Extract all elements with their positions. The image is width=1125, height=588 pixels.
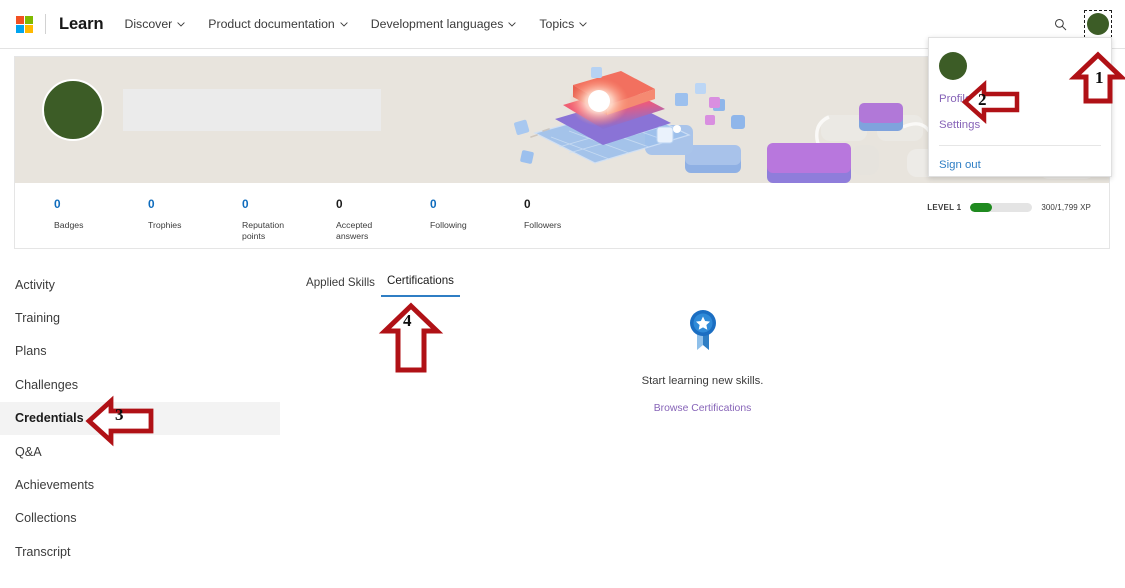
annotation-number: 2 [978, 90, 987, 110]
annotation-number: 3 [115, 405, 124, 425]
user-avatar-icon [1087, 13, 1109, 35]
tab-certifications[interactable]: Certifications [381, 274, 460, 297]
xp-level-label: LEVEL 1 [927, 203, 961, 212]
sign-out-menu-item[interactable]: Sign out [939, 160, 1111, 171]
annotation-number: 1 [1095, 68, 1104, 88]
primary-nav-links: Discover Product documentation Developme… [124, 17, 610, 31]
stat-label: Trophies [148, 220, 212, 231]
nav-link-label: Development languages [371, 17, 504, 31]
certification-badge-icon [685, 308, 721, 352]
chevron-down-icon [177, 22, 185, 27]
stat-label: Following [430, 220, 494, 231]
xp-progress: LEVEL 1 300/1,799 XP [927, 203, 1091, 212]
stat-badges[interactable]: 0 Badges [54, 183, 148, 249]
stat-value: 0 [430, 199, 524, 211]
sidebar-item-label: Achievements [15, 478, 94, 492]
certifications-empty-state: Start learning new skills. Browse Certif… [560, 308, 845, 414]
annotation-arrow-2: 2 [962, 82, 1020, 122]
sidebar-item-achievements[interactable]: Achievements [0, 468, 290, 501]
stat-following[interactable]: 0 Following [430, 183, 524, 249]
credentials-tabs: Applied Skills Certifications [300, 274, 460, 297]
profile-name-redacted [123, 89, 381, 131]
stat-value: 0 [148, 199, 242, 211]
stat-label: Badges [54, 220, 118, 231]
nav-link-discover[interactable]: Discover [124, 17, 185, 31]
stat-value: 0 [336, 199, 430, 211]
annotation-number: 4 [403, 311, 412, 331]
annotation-arrow-3: 3 [86, 398, 154, 444]
sidebar-item-label: Credentials [15, 411, 84, 425]
settings-menu-item[interactable]: Settings [939, 120, 1111, 131]
nav-link-development-languages[interactable]: Development languages [371, 17, 517, 31]
tab-label: Applied Skills [306, 276, 375, 289]
nav-link-label: Product documentation [208, 17, 334, 31]
stat-label: Accepted answers [336, 220, 400, 242]
profile-stats-row: 0 Badges 0 Trophies 0 Reputation points … [15, 183, 1109, 249]
nav-link-product-documentation[interactable]: Product documentation [208, 17, 347, 31]
sidebar-item-transcript[interactable]: Transcript [0, 535, 290, 568]
tab-label: Certifications [387, 274, 454, 287]
menu-divider [939, 145, 1101, 146]
sidebar-item-collections[interactable]: Collections [0, 502, 290, 535]
stat-trophies[interactable]: 0 Trophies [148, 183, 242, 249]
stat-value: 0 [524, 199, 618, 211]
profile-avatar [42, 79, 104, 141]
annotation-arrow-4: 4 [382, 303, 440, 373]
stat-reputation-points[interactable]: 0 Reputation points [242, 183, 336, 249]
sidebar-item-label: Activity [15, 278, 55, 292]
sidebar-item-label: Collections [15, 511, 77, 525]
stat-value: 0 [242, 199, 336, 211]
xp-progress-fill [970, 203, 992, 212]
nav-right-actions [1054, 10, 1125, 38]
xp-progress-text: 300/1,799 XP [1041, 203, 1091, 212]
avatar-button[interactable] [1084, 10, 1112, 38]
stat-label: Reputation points [242, 220, 306, 242]
sidebar-item-activity[interactable]: Activity [0, 268, 290, 301]
nav-link-label: Topics [539, 17, 574, 31]
brand-title[interactable]: Learn [59, 15, 103, 34]
microsoft-logo-icon[interactable] [16, 16, 33, 33]
sidebar-item-label: Plans [15, 344, 47, 358]
empty-state-message: Start learning new skills. [560, 375, 845, 387]
browse-certifications-link[interactable]: Browse Certifications [560, 403, 845, 414]
sidebar-item-training[interactable]: Training [0, 301, 290, 334]
tab-applied-skills[interactable]: Applied Skills [300, 276, 381, 297]
chevron-down-icon [508, 22, 516, 27]
stat-value: 0 [54, 199, 148, 211]
search-icon[interactable] [1054, 18, 1067, 31]
xp-progress-bar [970, 203, 1032, 212]
sidebar-item-label: Transcript [15, 545, 71, 559]
nav-divider [45, 14, 46, 34]
stat-followers: 0 Followers [524, 183, 618, 249]
sidebar-item-plans[interactable]: Plans [0, 335, 290, 368]
stat-accepted-answers: 0 Accepted answers [336, 183, 430, 249]
stat-label: Followers [524, 220, 588, 231]
chevron-down-icon [340, 22, 348, 27]
user-avatar-icon [939, 52, 967, 80]
sidebar-item-label: Challenges [15, 378, 78, 392]
sidebar-item-label: Q&A [15, 445, 42, 459]
chevron-down-icon [579, 22, 587, 27]
sidebar-item-challenges[interactable]: Challenges [0, 368, 290, 401]
annotation-arrow-1: 1 [1072, 52, 1124, 104]
nav-link-label: Discover [124, 17, 172, 31]
nav-link-topics[interactable]: Topics [539, 17, 587, 31]
learn-profile-page: Learn Discover Product documentation Dev… [0, 0, 1125, 588]
sidebar-item-label: Training [15, 311, 60, 325]
